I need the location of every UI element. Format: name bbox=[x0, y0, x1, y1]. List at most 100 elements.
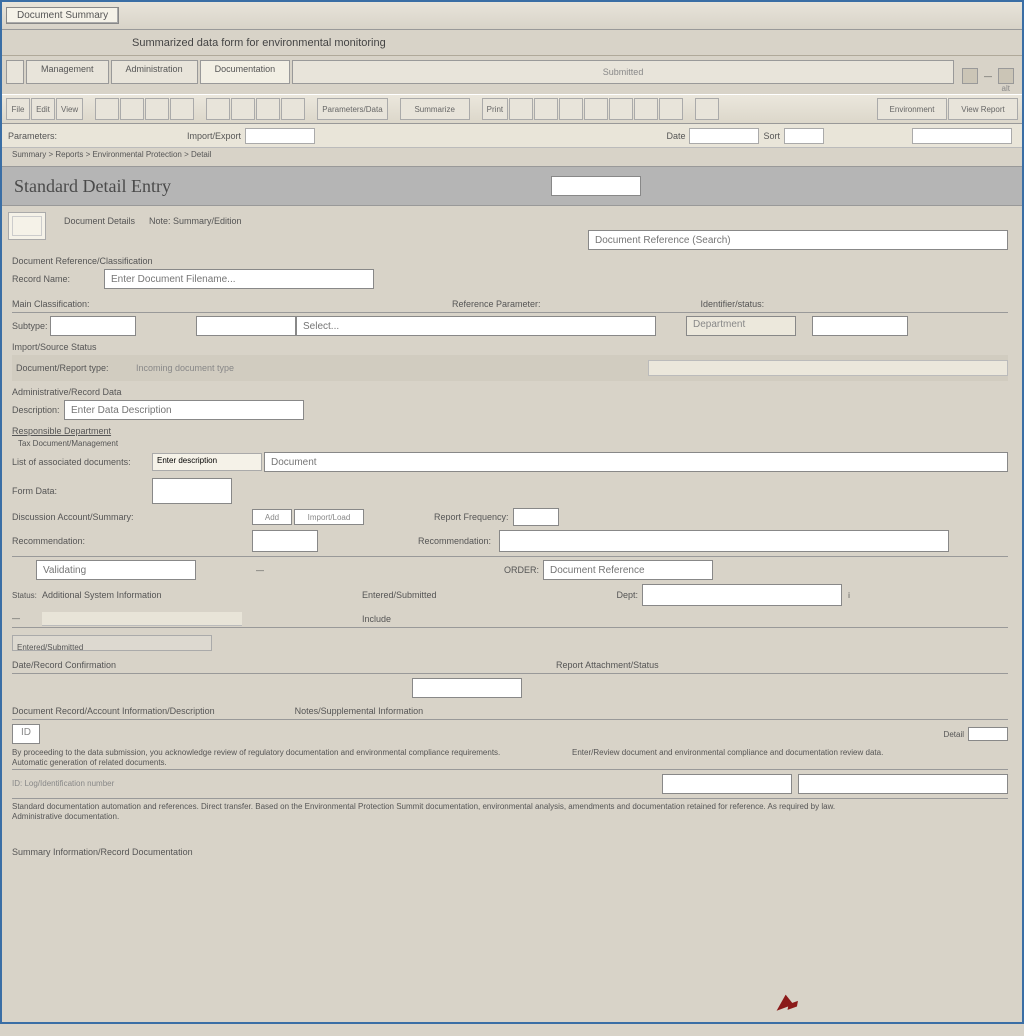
right-detail-lbl: Detail bbox=[944, 730, 964, 739]
validating-note: — bbox=[256, 566, 264, 575]
pointer-arrow-icon bbox=[772, 993, 793, 1010]
tax-label: Tax Document/Management bbox=[18, 439, 1008, 448]
filter-lbl-2: Import/Export bbox=[187, 131, 241, 141]
assoc-input[interactable] bbox=[264, 452, 1008, 472]
window-title-button[interactable]: Document Summary bbox=[6, 7, 119, 24]
validating-input[interactable] bbox=[36, 560, 196, 580]
footer-id: ID: Log/Identification number bbox=[12, 779, 114, 788]
breadcrumb: Summary > Reports > Environmental Protec… bbox=[2, 148, 1022, 166]
tb-l[interactable] bbox=[584, 98, 608, 120]
toolbar-label-1: — bbox=[984, 72, 992, 81]
subtype-input-4[interactable] bbox=[812, 316, 908, 336]
dept-suffix: i bbox=[848, 591, 850, 600]
name-label: Record Name: bbox=[12, 274, 104, 284]
report-attach-label: Report Attachment/Status bbox=[556, 660, 659, 670]
tb-i[interactable] bbox=[509, 98, 533, 120]
tb-d[interactable] bbox=[170, 98, 194, 120]
bottom-input-2[interactable] bbox=[798, 774, 1008, 794]
desc-input[interactable] bbox=[64, 400, 304, 420]
subheader-text: Summarized data form for environmental m… bbox=[132, 37, 386, 49]
tab-spacer: Submitted bbox=[292, 60, 954, 84]
subtype-input-1[interactable] bbox=[50, 316, 136, 336]
addl-label: Additional System Information bbox=[42, 590, 192, 600]
tb-j[interactable] bbox=[534, 98, 558, 120]
doctype-value: Incoming document type bbox=[136, 363, 234, 373]
tb-edit[interactable]: Edit bbox=[31, 98, 55, 120]
toolbar-icon-1[interactable] bbox=[962, 68, 978, 84]
doctype-bar bbox=[648, 360, 1008, 376]
title-search[interactable] bbox=[551, 176, 641, 196]
toolbar-icon-2[interactable] bbox=[998, 68, 1014, 84]
freq-input[interactable] bbox=[513, 508, 559, 526]
filter-import[interactable] bbox=[245, 128, 315, 144]
tb-e[interactable] bbox=[206, 98, 230, 120]
filter-date[interactable] bbox=[689, 128, 759, 144]
tb-view[interactable]: View bbox=[56, 98, 83, 120]
subtype-input-2[interactable] bbox=[196, 316, 296, 336]
rec-input[interactable] bbox=[252, 530, 318, 552]
filter-right[interactable] bbox=[912, 128, 1012, 144]
dept-button[interactable]: Department bbox=[686, 316, 796, 336]
reference-search[interactable] bbox=[588, 230, 1008, 250]
bottom-label: Summary Information/Record Documentation bbox=[12, 847, 1008, 857]
subtype-input-3[interactable] bbox=[296, 316, 656, 336]
tab-collapse[interactable] bbox=[6, 60, 24, 84]
discussion-label: Discussion Account/Summary: bbox=[12, 512, 152, 522]
subtab-2[interactable]: Note: Summary/Edition bbox=[149, 216, 242, 226]
id-box[interactable]: ID bbox=[12, 724, 40, 744]
tb-b[interactable] bbox=[120, 98, 144, 120]
tb-report[interactable]: View Report bbox=[948, 98, 1018, 120]
tab-management[interactable]: Management bbox=[26, 60, 109, 84]
content: Document Details Note: Summary/Edition D… bbox=[2, 206, 1022, 1036]
tb-a[interactable] bbox=[95, 98, 119, 120]
name-input[interactable] bbox=[104, 269, 374, 289]
tab-admin[interactable]: Administration bbox=[111, 60, 198, 84]
entered-box[interactable]: Entered/Submitted bbox=[12, 635, 212, 651]
notes-label: Notes/Supplemental Information bbox=[295, 706, 424, 716]
date-input[interactable] bbox=[412, 678, 522, 698]
filter-lbl-4: Sort bbox=[763, 131, 780, 141]
recommendation-label: Recommendation: bbox=[12, 536, 152, 546]
row-lbl-x: — bbox=[12, 614, 42, 623]
tb-g[interactable] bbox=[256, 98, 280, 120]
filter-sort[interactable] bbox=[784, 128, 824, 144]
import-status-label: Import/Source Status bbox=[12, 342, 1008, 352]
tb-file[interactable]: File bbox=[6, 98, 30, 120]
tab-documentation[interactable]: Documentation bbox=[200, 60, 291, 84]
doc-record-label: Document Record/Account Information/Desc… bbox=[12, 706, 215, 716]
subtab-1[interactable]: Document Details bbox=[64, 216, 135, 226]
thumbnail-icon[interactable] bbox=[8, 212, 46, 240]
assoc-side-box[interactable]: Enter description bbox=[152, 453, 262, 471]
right-detail-box[interactable] bbox=[968, 727, 1008, 741]
filterbar: Parameters: Import/Export Date Sort bbox=[2, 124, 1022, 148]
tb-h[interactable] bbox=[281, 98, 305, 120]
tb-env[interactable]: Environment bbox=[877, 98, 947, 120]
titlebar: Document Summary bbox=[2, 2, 1022, 30]
tb-summ[interactable]: Summarize bbox=[400, 98, 470, 120]
tb-m[interactable] bbox=[609, 98, 633, 120]
formdata-input[interactable] bbox=[152, 478, 232, 504]
footer-right: Enter/Review document and environmental … bbox=[572, 748, 1008, 758]
recommendation-label-2: Recommendation: bbox=[418, 536, 491, 546]
order-input[interactable] bbox=[543, 560, 713, 580]
tb-k[interactable] bbox=[559, 98, 583, 120]
tb-o[interactable] bbox=[659, 98, 683, 120]
add-button[interactable]: Add bbox=[252, 509, 292, 525]
ident-label: Identifier/status: bbox=[701, 299, 765, 309]
import-button[interactable]: Import/Load bbox=[294, 509, 364, 525]
refparam-label: Reference Parameter: bbox=[452, 299, 541, 309]
subtype-label: Subtype: bbox=[12, 321, 50, 331]
tb-n[interactable] bbox=[634, 98, 658, 120]
tb-f[interactable] bbox=[231, 98, 255, 120]
note-label: Entered/Submitted bbox=[362, 590, 437, 600]
bottom-input-1[interactable] bbox=[662, 774, 792, 794]
tb-p[interactable] bbox=[695, 98, 719, 120]
formdata-label: Form Data: bbox=[12, 486, 152, 496]
section-admin: Administrative/Record Data bbox=[12, 387, 1008, 397]
rec-input-2[interactable] bbox=[499, 530, 949, 552]
dept-input[interactable] bbox=[642, 584, 842, 606]
tb-c[interactable] bbox=[145, 98, 169, 120]
tb-params[interactable]: Parameters/Data bbox=[317, 98, 387, 120]
tb-print[interactable]: Print bbox=[482, 98, 508, 120]
page-title: Standard Detail Entry bbox=[14, 176, 171, 197]
